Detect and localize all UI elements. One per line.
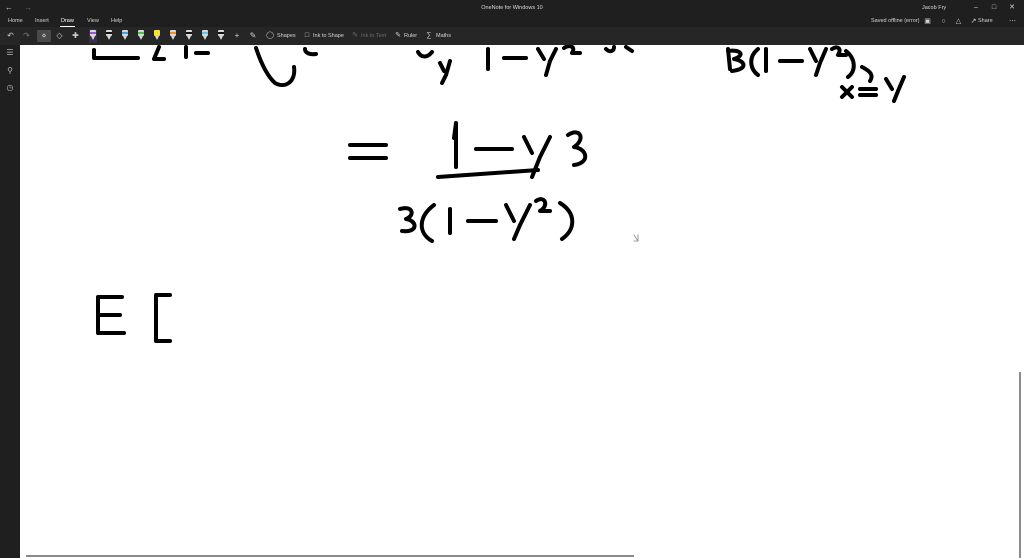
maths-icon[interactable]: ∑ [424, 30, 434, 42]
highlighter-yellow[interactable] [153, 29, 161, 43]
title-bar: ← → OneNote for Windows 10 Jacob Fry – □… [0, 0, 1024, 16]
notebook-icon[interactable]: ▣ [923, 17, 932, 26]
ink-to-text-button[interactable]: Ink to Text [361, 30, 386, 42]
handwriting-ink [92, 45, 906, 343]
pen-blue[interactable] [121, 29, 129, 43]
pen-black-2[interactable] [105, 29, 113, 43]
eraser-icon[interactable]: ◇ [54, 30, 65, 42]
pen-black-3[interactable] [185, 29, 193, 43]
draw-toolbar: ↶ ↷ ⋄ ◇ ✚ + ✎ ◯ Shapes □ Ink to Shape ✎ … [0, 27, 1024, 45]
page-canvas[interactable] [20, 45, 1024, 558]
ink-fraction-equation [348, 121, 588, 243]
pen-green[interactable] [137, 29, 145, 43]
ruler-button[interactable]: Ruler [404, 30, 417, 42]
share-icon[interactable]: ↗ [969, 17, 978, 26]
add-space-icon[interactable]: ✚ [70, 30, 81, 42]
recent-icon[interactable]: ◷ [5, 83, 15, 93]
pen-orange[interactable] [169, 29, 177, 43]
pen-lightblue[interactable] [201, 29, 209, 43]
tab-draw[interactable]: Draw [60, 18, 75, 27]
left-navigation-rail: ☰ ⚲ ◷ [0, 45, 20, 558]
ribbon-tabs: Home Insert Draw View Help Saved offline… [0, 16, 1024, 27]
ink-top-left-fragment [92, 45, 318, 87]
ink-to-text-icon[interactable]: ✎ [248, 30, 258, 42]
lasso-select-icon[interactable]: ⋄ [37, 30, 51, 42]
pen-purple[interactable] [89, 29, 97, 43]
ink-top-middle-fragment [416, 45, 634, 85]
search-icon[interactable]: ⚲ [5, 66, 15, 76]
ink-to-shape-button[interactable]: Ink to Shape [313, 30, 344, 42]
horizontal-scrollbar[interactable] [26, 555, 634, 557]
user-name[interactable]: Jacob Fry [922, 5, 946, 11]
shapes-button[interactable]: Shapes [277, 30, 296, 42]
tab-help[interactable]: Help [110, 18, 123, 25]
pen-black-4[interactable] [217, 29, 225, 43]
close-icon[interactable]: ✕ [1006, 2, 1018, 13]
ink-expectation [96, 293, 172, 343]
redo-icon[interactable]: ↷ [21, 30, 32, 42]
undo-icon[interactable]: ↶ [5, 30, 16, 42]
tab-view[interactable]: View [86, 18, 100, 25]
pen-cursor-icon [633, 234, 639, 242]
minimize-icon[interactable]: – [970, 2, 982, 13]
shapes-icon[interactable]: ◯ [265, 30, 275, 42]
more-icon[interactable]: ⋯ [1008, 17, 1017, 26]
tab-insert[interactable]: Insert [34, 18, 50, 25]
tab-home[interactable]: Home [7, 18, 24, 25]
maths-button[interactable]: Maths [436, 30, 451, 42]
sync-status[interactable]: Saved offline (error) [871, 18, 920, 25]
restore-icon[interactable]: □ [988, 2, 1000, 13]
vertical-scrollbar[interactable] [1019, 372, 1021, 558]
ink-to-text-button-icon: ✎ [352, 32, 358, 39]
share-button[interactable]: Share [978, 18, 993, 25]
window-title: OneNote for Windows 10 [481, 5, 543, 11]
bell-icon[interactable]: △ [954, 17, 963, 26]
plus-icon[interactable]: + [232, 30, 242, 42]
ink-to-shape-icon[interactable]: □ [302, 30, 312, 42]
ink-top-right-fragment [726, 45, 906, 103]
ruler-icon[interactable]: ✎ [393, 30, 403, 42]
lightbulb-icon[interactable]: ○ [939, 17, 948, 26]
notebooks-icon[interactable]: ☰ [5, 48, 15, 58]
